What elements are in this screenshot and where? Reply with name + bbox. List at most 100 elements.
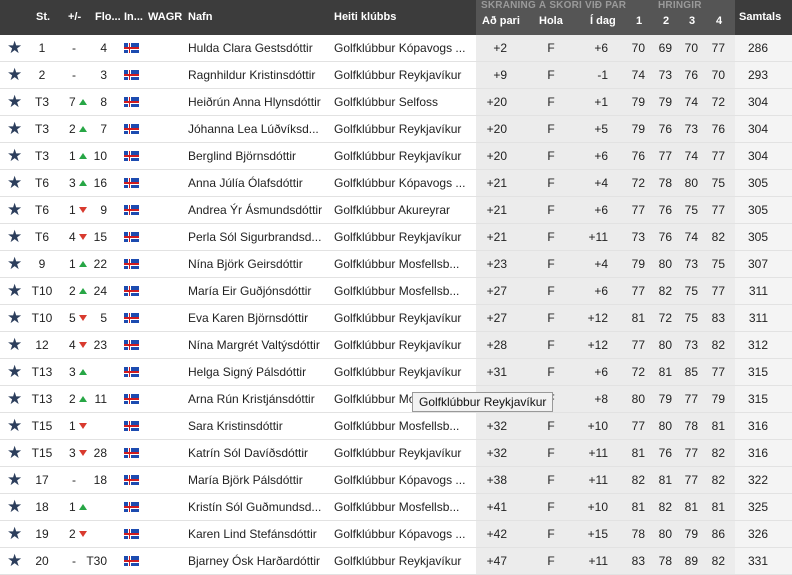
table-row[interactable]: ★ 2 19 Karen Lind Stefánsdóttir Golfklúbbur … (0, 521, 792, 548)
col-header-club[interactable]: Heiti klúbbs (334, 11, 396, 23)
star-icon[interactable]: ★ (7, 93, 22, 110)
table-row[interactable]: ★ 4 T6 15 Perla Sól Sigurbrandsd... Golfklúbb… (0, 224, 792, 251)
star-icon[interactable]: ★ (7, 174, 22, 191)
col-header-today[interactable]: Í dag (590, 15, 616, 27)
star-icon[interactable]: ★ (7, 336, 22, 353)
club-name[interactable]: Golfklúbbur Mosfellsb... (334, 284, 459, 298)
col-header-flo[interactable]: Flo... (95, 11, 121, 23)
star-icon[interactable]: ★ (7, 282, 22, 299)
table-row[interactable]: ★ 2 T3 7 Jóhanna Lea Lúðvíksd... Golfklúbbur … (0, 116, 792, 143)
player-name[interactable]: Berglind Björnsdóttir (188, 149, 296, 163)
col-header-r3[interactable]: 3 (689, 15, 695, 27)
club-name[interactable]: Golfklúbbur Reykjavíkur (334, 446, 461, 460)
table-row[interactable]: ★ - 20 T30 Bjarney Ósk Harðardóttir Golfklúbb… (0, 548, 792, 575)
table-row[interactable]: ★ 1 T15 Sara Kristinsdóttir Golfklúbbur Mosf… (0, 413, 792, 440)
player-name[interactable]: Perla Sól Sigurbrandsd... (188, 230, 321, 244)
col-header-r4[interactable]: 4 (716, 15, 722, 27)
table-row[interactable]: ★ - 2 3 Ragnhildur Kristinsdóttir Golfklúbbur… (0, 62, 792, 89)
table-row[interactable]: ★ 3 T15 28 Katrín Sól Davíðsdóttir Golfklúbbu… (0, 440, 792, 467)
club-name[interactable]: Golfklúbbur Akureyrar (334, 203, 450, 217)
position-cell: T6 (34, 203, 49, 217)
club-name[interactable]: Golfklúbbur Reykjavíkur (334, 554, 461, 568)
player-name[interactable]: Ragnhildur Kristinsdóttir (188, 68, 315, 82)
club-name[interactable]: Golfklúbbur Kópavogs ... (334, 176, 465, 190)
star-icon[interactable]: ★ (7, 471, 22, 488)
today-score: +11 (588, 554, 608, 568)
star-icon[interactable]: ★ (7, 417, 22, 434)
club-name[interactable]: Golfklúbbur Kópavogs ... (334, 473, 465, 487)
table-row[interactable]: ★ 5 T10 5 Eva Karen Björnsdóttir Golfklúbbur … (0, 305, 792, 332)
col-header-in[interactable]: In... (124, 11, 143, 23)
club-name[interactable]: Golfklúbbur Kópavogs ... (334, 527, 465, 541)
club-name[interactable]: Golfklúbbur Reykjavíkur (334, 365, 461, 379)
star-icon[interactable]: ★ (7, 390, 22, 407)
col-header-r1[interactable]: 1 (636, 15, 642, 27)
table-row[interactable]: ★ 4 12 23 Nína Margrét Valtýsdóttir Golfklúbb… (0, 332, 792, 359)
club-name[interactable]: Golfklúbbur Reykjavíkur (334, 68, 461, 82)
col-header-par[interactable]: Að pari (482, 15, 520, 27)
hole-status: F (547, 284, 555, 298)
col-header-total[interactable]: Samtals (739, 11, 781, 23)
table-row[interactable]: ★ - 17 18 María Björk Pálsdóttir Golfklúbbur … (0, 467, 792, 494)
table-row[interactable]: ★ 1 T3 10 Berglind Björnsdóttir Golfklúbbur R… (0, 143, 792, 170)
col-header-position[interactable]: St. (36, 11, 50, 23)
table-row[interactable]: ★ 1 9 22 Nína Björk Geirsdóttir Golfklúbbur M… (0, 251, 792, 278)
total-score: 293 (747, 68, 768, 82)
col-header-hole[interactable]: Hola (539, 15, 563, 27)
club-name[interactable]: Golfklúbbur Mosfellsb... (334, 500, 459, 514)
player-name[interactable]: Helga Signý Pálsdóttir (188, 365, 306, 379)
position-change-value: - (72, 41, 76, 55)
star-icon[interactable]: ★ (7, 525, 22, 542)
col-header-wagr[interactable]: WAGR (148, 11, 182, 23)
player-name[interactable]: Hulda Clara Gestsdóttir (188, 41, 313, 55)
player-name[interactable]: Karen Lind Stefánsdóttir (188, 527, 317, 541)
col-header-r2[interactable]: 2 (663, 15, 669, 27)
table-row[interactable]: ★ 1 18 Kristín Sól Guðmundsd... Golfklúbbur … (0, 494, 792, 521)
star-icon[interactable]: ★ (7, 228, 22, 245)
star-icon[interactable]: ★ (7, 309, 22, 326)
club-name[interactable]: Golfklúbbur Reykjavíkur (334, 149, 461, 163)
table-row[interactable]: ★ 1 T6 9 Andrea Ýr Ásmundsdóttir Golfklúbbur … (0, 197, 792, 224)
table-row[interactable]: ★ 7 T3 8 Heiðrún Anna Hlynsdóttir Golfklúbbur… (0, 89, 792, 116)
star-icon[interactable]: ★ (7, 255, 22, 272)
player-name[interactable]: Eva Karen Björnsdóttir (188, 311, 308, 325)
player-name[interactable]: María Björk Pálsdóttir (188, 473, 303, 487)
player-name[interactable]: Sara Kristinsdóttir (188, 419, 283, 433)
player-name[interactable]: Jóhanna Lea Lúðvíksd... (188, 122, 319, 136)
player-name[interactable]: Arna Rún Kristjánsdóttir (188, 392, 315, 406)
table-row[interactable]: ★ 3 T6 16 Anna Júlía Ólafsdóttir Golfklúbbur … (0, 170, 792, 197)
club-name[interactable]: Golfklúbbur Selfoss (334, 95, 438, 109)
player-name[interactable]: Kristín Sól Guðmundsd... (188, 500, 321, 514)
table-row[interactable]: ★ 2 T13 11 Arna Rún Kristjánsdóttir Golfklúbb… (0, 386, 792, 413)
col-header-change[interactable]: +/- (68, 11, 81, 23)
player-name[interactable]: Nína Margrét Valtýsdóttir (188, 338, 320, 352)
star-icon[interactable]: ★ (7, 444, 22, 461)
club-name[interactable]: Golfklúbbur Mosfellsb... (334, 257, 459, 271)
club-name[interactable]: Golfklúbbur Reykjavíkur (334, 311, 461, 325)
star-icon[interactable]: ★ (7, 201, 22, 218)
star-icon[interactable]: ★ (7, 66, 22, 83)
star-icon[interactable]: ★ (7, 120, 22, 137)
player-name[interactable]: Katrín Sól Davíðsdóttir (188, 446, 308, 460)
club-name[interactable]: Golfklúbbur Mosfellsb... (334, 419, 459, 433)
star-icon[interactable]: ★ (7, 498, 22, 515)
player-name[interactable]: Andrea Ýr Ásmundsdóttir (188, 203, 322, 217)
table-row[interactable]: ★ 2 T10 24 María Eir Guðjónsdóttir Golfklúbbu… (0, 278, 792, 305)
player-name[interactable]: Anna Júlía Ólafsdóttir (188, 176, 303, 190)
player-name[interactable]: Heiðrún Anna Hlynsdóttir (188, 95, 321, 109)
player-name[interactable]: Bjarney Ósk Harðardóttir (188, 554, 320, 568)
club-name[interactable]: Golfklúbbur Reykjavíkur (334, 338, 461, 352)
star-icon[interactable]: ★ (7, 39, 22, 56)
table-row[interactable]: ★ 3 T13 Helga Signý Pálsdóttir Golfklúbbur R… (0, 359, 792, 386)
star-icon[interactable]: ★ (7, 552, 22, 569)
round1-score: 78 (631, 527, 645, 541)
star-icon[interactable]: ★ (7, 363, 22, 380)
star-icon[interactable]: ★ (7, 147, 22, 164)
club-name[interactable]: Golfklúbbur Reykjavíkur (334, 230, 461, 244)
player-name[interactable]: María Eir Guðjónsdóttir (188, 284, 311, 298)
club-name[interactable]: Golfklúbbur Kópavogs ... (334, 41, 465, 55)
col-header-name[interactable]: Nafn (188, 11, 212, 23)
club-name[interactable]: Golfklúbbur Reykjavíkur (334, 122, 461, 136)
table-row[interactable]: ★ - 1 4 Hulda Clara Gestsdóttir Golfklúbbur K… (0, 35, 792, 62)
player-name[interactable]: Nína Björk Geirsdóttir (188, 257, 303, 271)
